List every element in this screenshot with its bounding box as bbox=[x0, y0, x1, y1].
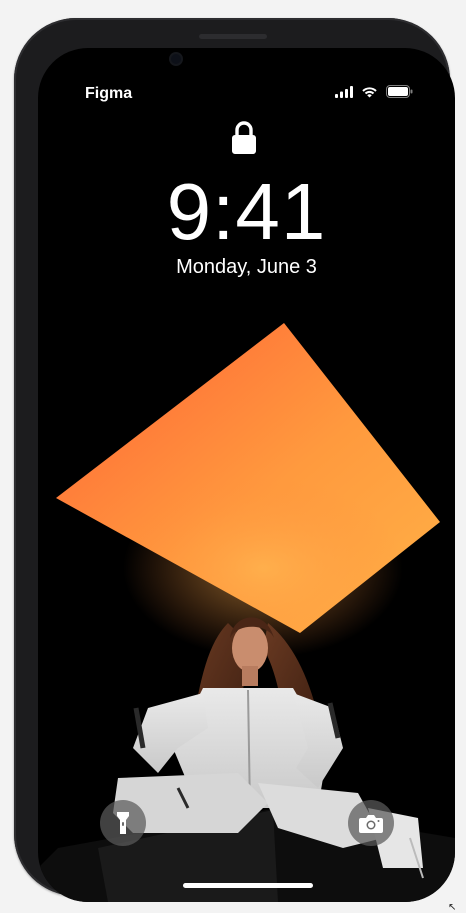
lock-screen: Figma 9:41 Monday, June 3 bbox=[38, 48, 455, 902]
clock-time: 9:41 bbox=[166, 167, 327, 256]
carrier-label: Figma bbox=[85, 85, 133, 102]
flashlight-button[interactable] bbox=[100, 800, 146, 846]
mouse-cursor-icon: ↖ bbox=[448, 902, 457, 913]
home-indicator[interactable] bbox=[183, 883, 313, 888]
camera-button[interactable] bbox=[348, 800, 394, 846]
earpiece-speaker bbox=[199, 34, 267, 39]
status-icons bbox=[335, 85, 413, 98]
clock-date: Monday, June 3 bbox=[176, 256, 317, 278]
wifi-icon bbox=[362, 86, 377, 97]
battery-icon bbox=[386, 85, 413, 98]
front-camera bbox=[171, 54, 181, 64]
lock-icon bbox=[232, 121, 256, 154]
phone-frame: Figma 9:41 Monday, June 3 bbox=[14, 18, 455, 902]
signal-icon bbox=[335, 85, 353, 98]
flashlight-icon bbox=[117, 812, 129, 834]
camera-icon bbox=[359, 814, 383, 833]
